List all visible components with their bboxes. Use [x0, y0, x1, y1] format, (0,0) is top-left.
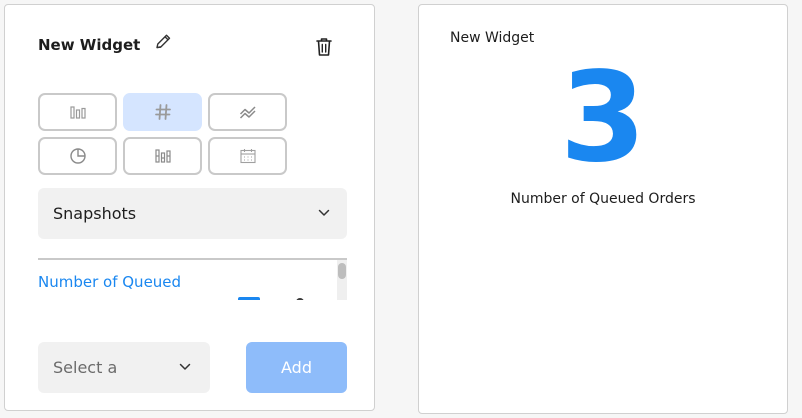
metric-item[interactable]: Number of Queued	[38, 273, 181, 291]
line-chart-icon	[239, 106, 256, 119]
trash-icon[interactable]	[314, 36, 334, 58]
dashboard-widget-editor: New Widget Snapshots Number of Queued Se…	[0, 0, 802, 418]
metric-toggle[interactable]	[238, 297, 260, 300]
chart-type-calendar[interactable]	[208, 137, 287, 175]
chevron-down-icon	[318, 209, 330, 216]
add-button[interactable]: Add	[246, 342, 347, 393]
chart-type-pie[interactable]	[38, 137, 117, 175]
field-select-value: Select a	[53, 358, 118, 377]
chart-type-number[interactable]	[123, 93, 202, 131]
scrollbar-thumb[interactable]	[338, 263, 346, 279]
number-icon	[154, 104, 171, 120]
preview-caption: Number of Queued Orders	[510, 191, 696, 207]
metric-dot	[296, 298, 304, 300]
metric-list[interactable]: Number of Queued	[38, 258, 347, 300]
bar-chart-icon	[69, 106, 86, 119]
snapshots-select[interactable]: Snapshots	[38, 188, 347, 239]
widget-editor-panel: New Widget Snapshots Number of Queued Se…	[4, 4, 375, 411]
chart-type-stacked-bar[interactable]	[123, 137, 202, 175]
chart-type-bar[interactable]	[38, 93, 117, 131]
field-select[interactable]: Select a	[38, 342, 210, 393]
stacked-bar-icon	[154, 149, 171, 163]
widget-preview-panel: New Widget 3 Number of Queued Orders	[418, 4, 788, 414]
calendar-icon	[239, 149, 256, 164]
widget-title: New Widget	[38, 36, 141, 54]
chevron-down-icon	[179, 363, 191, 370]
preview-title: New Widget	[450, 30, 535, 46]
metric-list-scrollbar[interactable]	[337, 260, 347, 300]
snapshots-select-value: Snapshots	[53, 204, 137, 223]
preview-value: 3	[559, 46, 647, 190]
pie-chart-icon	[69, 148, 86, 164]
pencil-icon[interactable]	[153, 32, 173, 52]
chart-type-line[interactable]	[208, 93, 287, 131]
